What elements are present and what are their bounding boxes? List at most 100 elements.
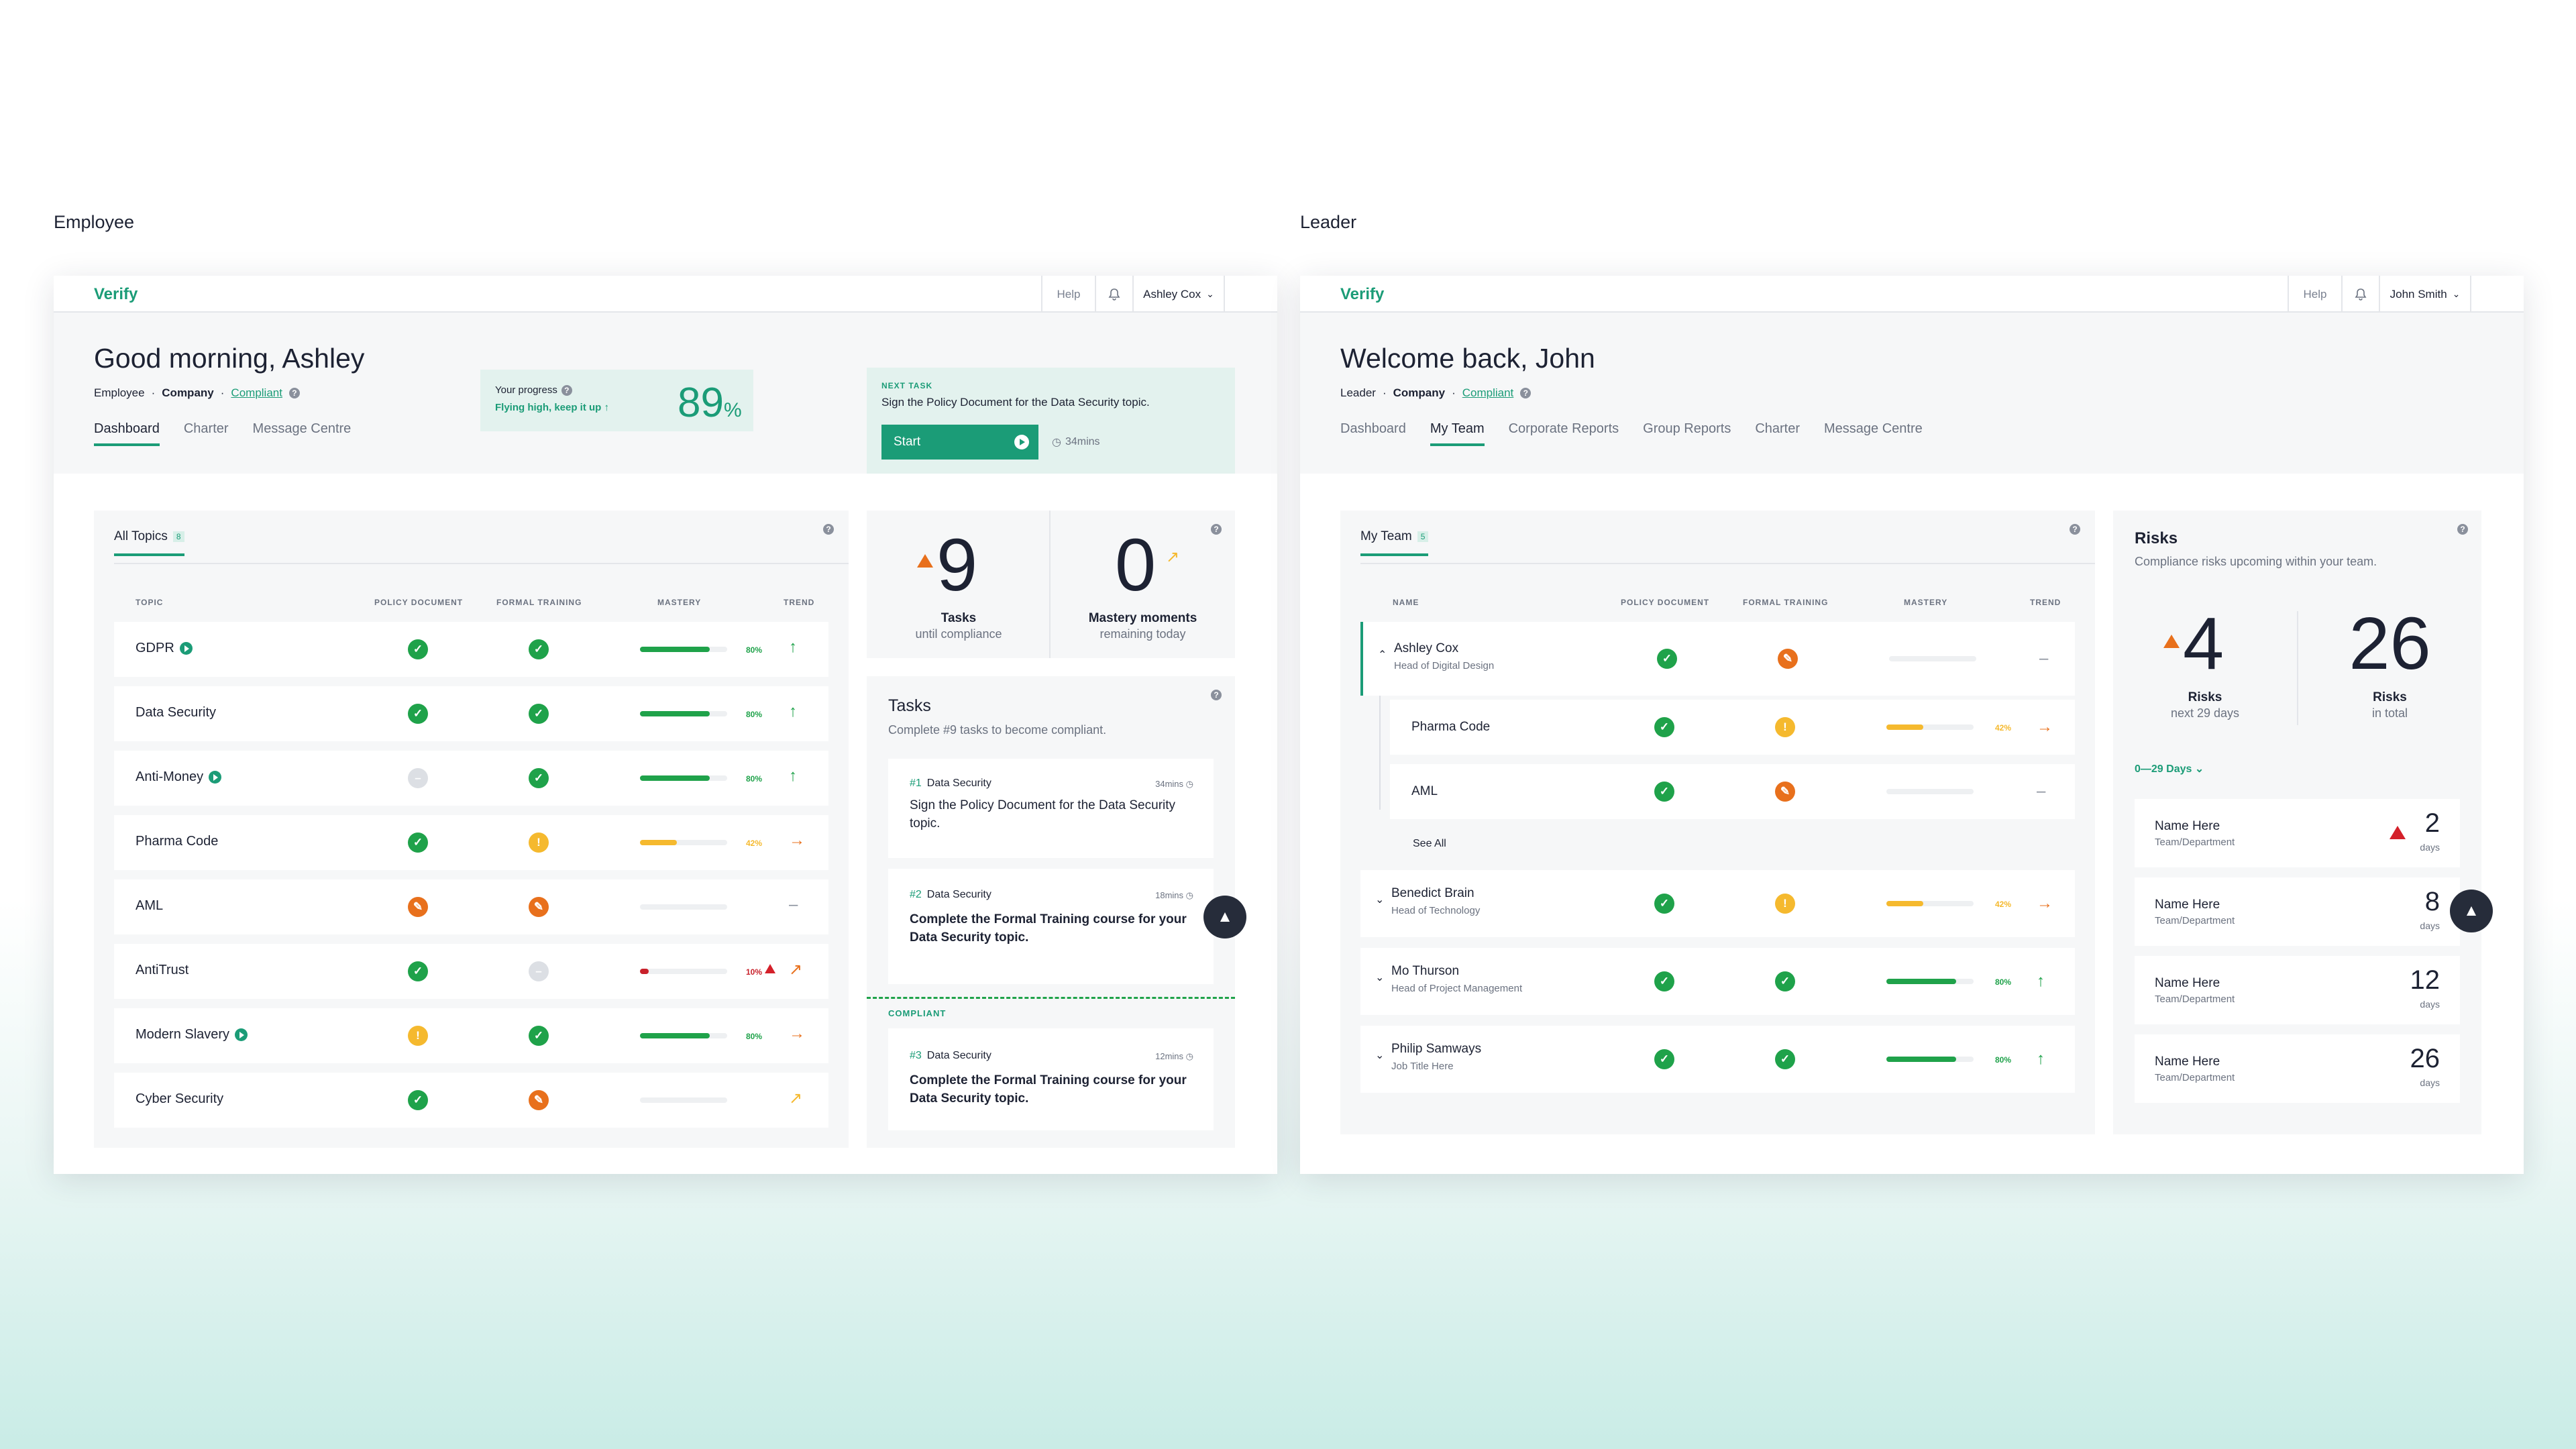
upcoming-risks-value: 4 bbox=[2183, 602, 2224, 685]
play-icon[interactable] bbox=[235, 1028, 248, 1041]
see-all-link[interactable]: See All bbox=[1413, 838, 1446, 850]
main-tabs: Dashboard Charter Message Centre bbox=[94, 421, 351, 446]
leader-dashboard-window: Verify Help John Smith ⌄ Welcome back, J… bbox=[1300, 276, 2524, 1174]
tab-dashboard[interactable]: Dashboard bbox=[94, 421, 160, 446]
play-icon[interactable] bbox=[209, 771, 222, 784]
help-icon[interactable]: ? bbox=[2070, 524, 2080, 535]
logo[interactable]: Verify bbox=[1340, 285, 1384, 304]
topic-row[interactable]: Anti-Money – ✓ 80% ↑ bbox=[114, 751, 828, 806]
topic-row[interactable]: AML ✎ ✎ – bbox=[114, 879, 828, 934]
check-icon: ✓ bbox=[1654, 894, 1674, 914]
notification-bell-icon[interactable] bbox=[1095, 276, 1132, 313]
topic-row[interactable]: Modern Slavery! ✓ 80% → bbox=[114, 1008, 828, 1063]
help-icon[interactable]: ? bbox=[823, 524, 834, 535]
risks-title: Risks bbox=[2135, 529, 2178, 547]
user-meta: Leader · Company · Compliant ? bbox=[1340, 386, 1532, 400]
topic-row[interactable]: AntiTrust ✓ – 10% ↗ bbox=[114, 944, 828, 999]
compliance-status[interactable]: Compliant bbox=[1462, 386, 1514, 400]
team-member-row[interactable]: ⌄ Mo Thurson Head of Project Management ✓ ✓ 8… bbox=[1360, 948, 2075, 1015]
tab-charter[interactable]: Charter bbox=[184, 421, 229, 446]
next-task-card: NEXT TASK Sign the Policy Document for t… bbox=[867, 368, 1235, 474]
help-icon[interactable]: ? bbox=[1211, 524, 1222, 535]
mastery-percent: 42% bbox=[1994, 723, 2011, 733]
tasks-title: Tasks bbox=[888, 696, 931, 715]
task-card[interactable]: #3 Data Security 12mins ◷ Complete the F… bbox=[888, 1028, 1214, 1130]
team-member-row[interactable]: ⌄ Philip Samways Job Title Here ✓ ✓ 80% ↑ bbox=[1360, 1026, 2075, 1093]
user-name: John Smith bbox=[2390, 287, 2447, 301]
help-icon[interactable]: ? bbox=[288, 388, 300, 398]
risk-card[interactable]: Name Here Team/Department 26 days bbox=[2135, 1034, 2460, 1103]
start-button[interactable]: Start bbox=[881, 425, 1038, 460]
trend-arrow-icon: ↑ bbox=[2037, 972, 2045, 990]
team-member-row[interactable]: ⌄ Benedict Brain Head of Technology ✓! 42% → bbox=[1360, 870, 2075, 937]
alert-fab-button[interactable]: ▲ bbox=[1203, 896, 1246, 938]
topic-name: Anti-Money bbox=[136, 769, 222, 785]
task-card[interactable]: #2 Data Security 18mins ◷ Complete the F… bbox=[888, 869, 1214, 984]
topic-name: GDPR bbox=[136, 641, 193, 656]
topic-label: Modern Slavery bbox=[136, 1027, 230, 1042]
check-icon: ✓ bbox=[1654, 717, 1674, 737]
help-icon[interactable]: ? bbox=[1520, 388, 1532, 398]
chevron-icon[interactable]: ⌄ bbox=[1375, 971, 1384, 984]
chevron-icon[interactable]: ⌄ bbox=[1375, 1049, 1384, 1062]
risk-days: 8 bbox=[2424, 887, 2440, 916]
mastery-sub: remaining today bbox=[1099, 627, 1186, 641]
mastery-percent: 42% bbox=[1994, 900, 2011, 909]
topic-name: Data Security bbox=[136, 705, 216, 720]
warning-icon bbox=[2390, 826, 2406, 839]
help-icon[interactable]: ? bbox=[561, 384, 572, 396]
col-trend: TREND bbox=[2030, 598, 2061, 607]
help-link[interactable]: Help bbox=[1041, 276, 1095, 313]
topic-name: Pharma Code bbox=[136, 834, 218, 849]
compliance-status[interactable]: Compliant bbox=[231, 386, 282, 400]
topic-row[interactable]: GDPR ✓ ✓ 80% ↑ bbox=[114, 622, 828, 677]
tab-charter[interactable]: Charter bbox=[1755, 421, 1800, 446]
risk-days: 12 bbox=[2410, 965, 2440, 995]
topic-row[interactable]: Cyber Security ✓ ✎ ↗ bbox=[114, 1073, 828, 1128]
topic-row[interactable]: Pharma Code ✓! 42% → bbox=[114, 815, 828, 870]
tab-group-reports[interactable]: Group Reports bbox=[1643, 421, 1731, 446]
check-icon: ✓ bbox=[408, 639, 428, 659]
days-filter-dropdown[interactable]: 0—29 Days ⌄ bbox=[2135, 762, 2204, 775]
mastery-value: 0 bbox=[1115, 524, 1157, 606]
tab-message-centre[interactable]: Message Centre bbox=[253, 421, 352, 446]
task-card[interactable]: #1 Data Security 34mins ◷ Sign the Polic… bbox=[888, 759, 1214, 858]
tasks-stat: 9 Tasks until compliance bbox=[867, 511, 1051, 658]
my-team-tab[interactable]: My Team 5 bbox=[1360, 529, 1429, 556]
topic-row[interactable]: Data Security ✓ ✓ 80% ↑ bbox=[114, 686, 828, 741]
help-link[interactable]: Help bbox=[2288, 276, 2341, 313]
topics-count: 8 bbox=[172, 531, 184, 542]
alert-fab-button[interactable]: ▲ bbox=[2450, 890, 2493, 932]
tab-dashboard[interactable]: Dashboard bbox=[1340, 421, 1406, 446]
mastery-bar bbox=[1886, 1057, 1974, 1062]
risk-name: Name Here bbox=[2155, 976, 2220, 990]
user-meta: Employee · Company · Compliant ? bbox=[94, 386, 300, 400]
logo[interactable]: Verify bbox=[94, 285, 138, 304]
chevron-icon[interactable]: ⌃ bbox=[1378, 648, 1387, 661]
notification-bell-icon[interactable] bbox=[2341, 276, 2379, 313]
topbar-divider bbox=[1224, 276, 1277, 313]
risk-card[interactable]: Name Here Team/Department 8 days bbox=[2135, 877, 2460, 946]
member-name: Pharma Code bbox=[1411, 720, 1491, 734]
sub-topic-row[interactable]: AML ✓ ✎ – bbox=[1390, 764, 2075, 819]
help-icon[interactable]: ? bbox=[1211, 690, 1222, 700]
user-menu[interactable]: Ashley Cox ⌄ bbox=[1132, 276, 1224, 313]
risk-card[interactable]: Name Here Team/Department 12 days bbox=[2135, 956, 2460, 1024]
tab-message-centre[interactable]: Message Centre bbox=[1824, 421, 1923, 446]
mastery-percent: 42% bbox=[745, 839, 762, 848]
mastery-bar-fill bbox=[640, 1033, 710, 1038]
chevron-icon[interactable]: ⌄ bbox=[1375, 893, 1384, 906]
pencil-icon: ✎ bbox=[529, 897, 549, 917]
tab-corporate-reports[interactable]: Corporate Reports bbox=[1509, 421, 1619, 446]
play-icon[interactable] bbox=[179, 642, 193, 655]
sub-topic-row[interactable]: Pharma Code ✓! 42% → bbox=[1390, 700, 2075, 755]
all-topics-tab[interactable]: All Topics 8 bbox=[114, 529, 184, 556]
chevron-down-icon: ⌄ bbox=[1206, 288, 1214, 299]
tab-my-team[interactable]: My Team bbox=[1430, 421, 1485, 446]
divider bbox=[1360, 563, 2095, 564]
help-icon[interactable]: ? bbox=[2457, 524, 2468, 535]
risk-card[interactable]: Name Here Team/Department 2 days bbox=[2135, 799, 2460, 867]
user-menu[interactable]: John Smith ⌄ bbox=[2379, 276, 2470, 313]
mastery-bar bbox=[640, 711, 727, 716]
team-member-row[interactable]: ⌃ Ashley Cox Head of Digital Design ✓ ✎ – bbox=[1360, 622, 2075, 696]
